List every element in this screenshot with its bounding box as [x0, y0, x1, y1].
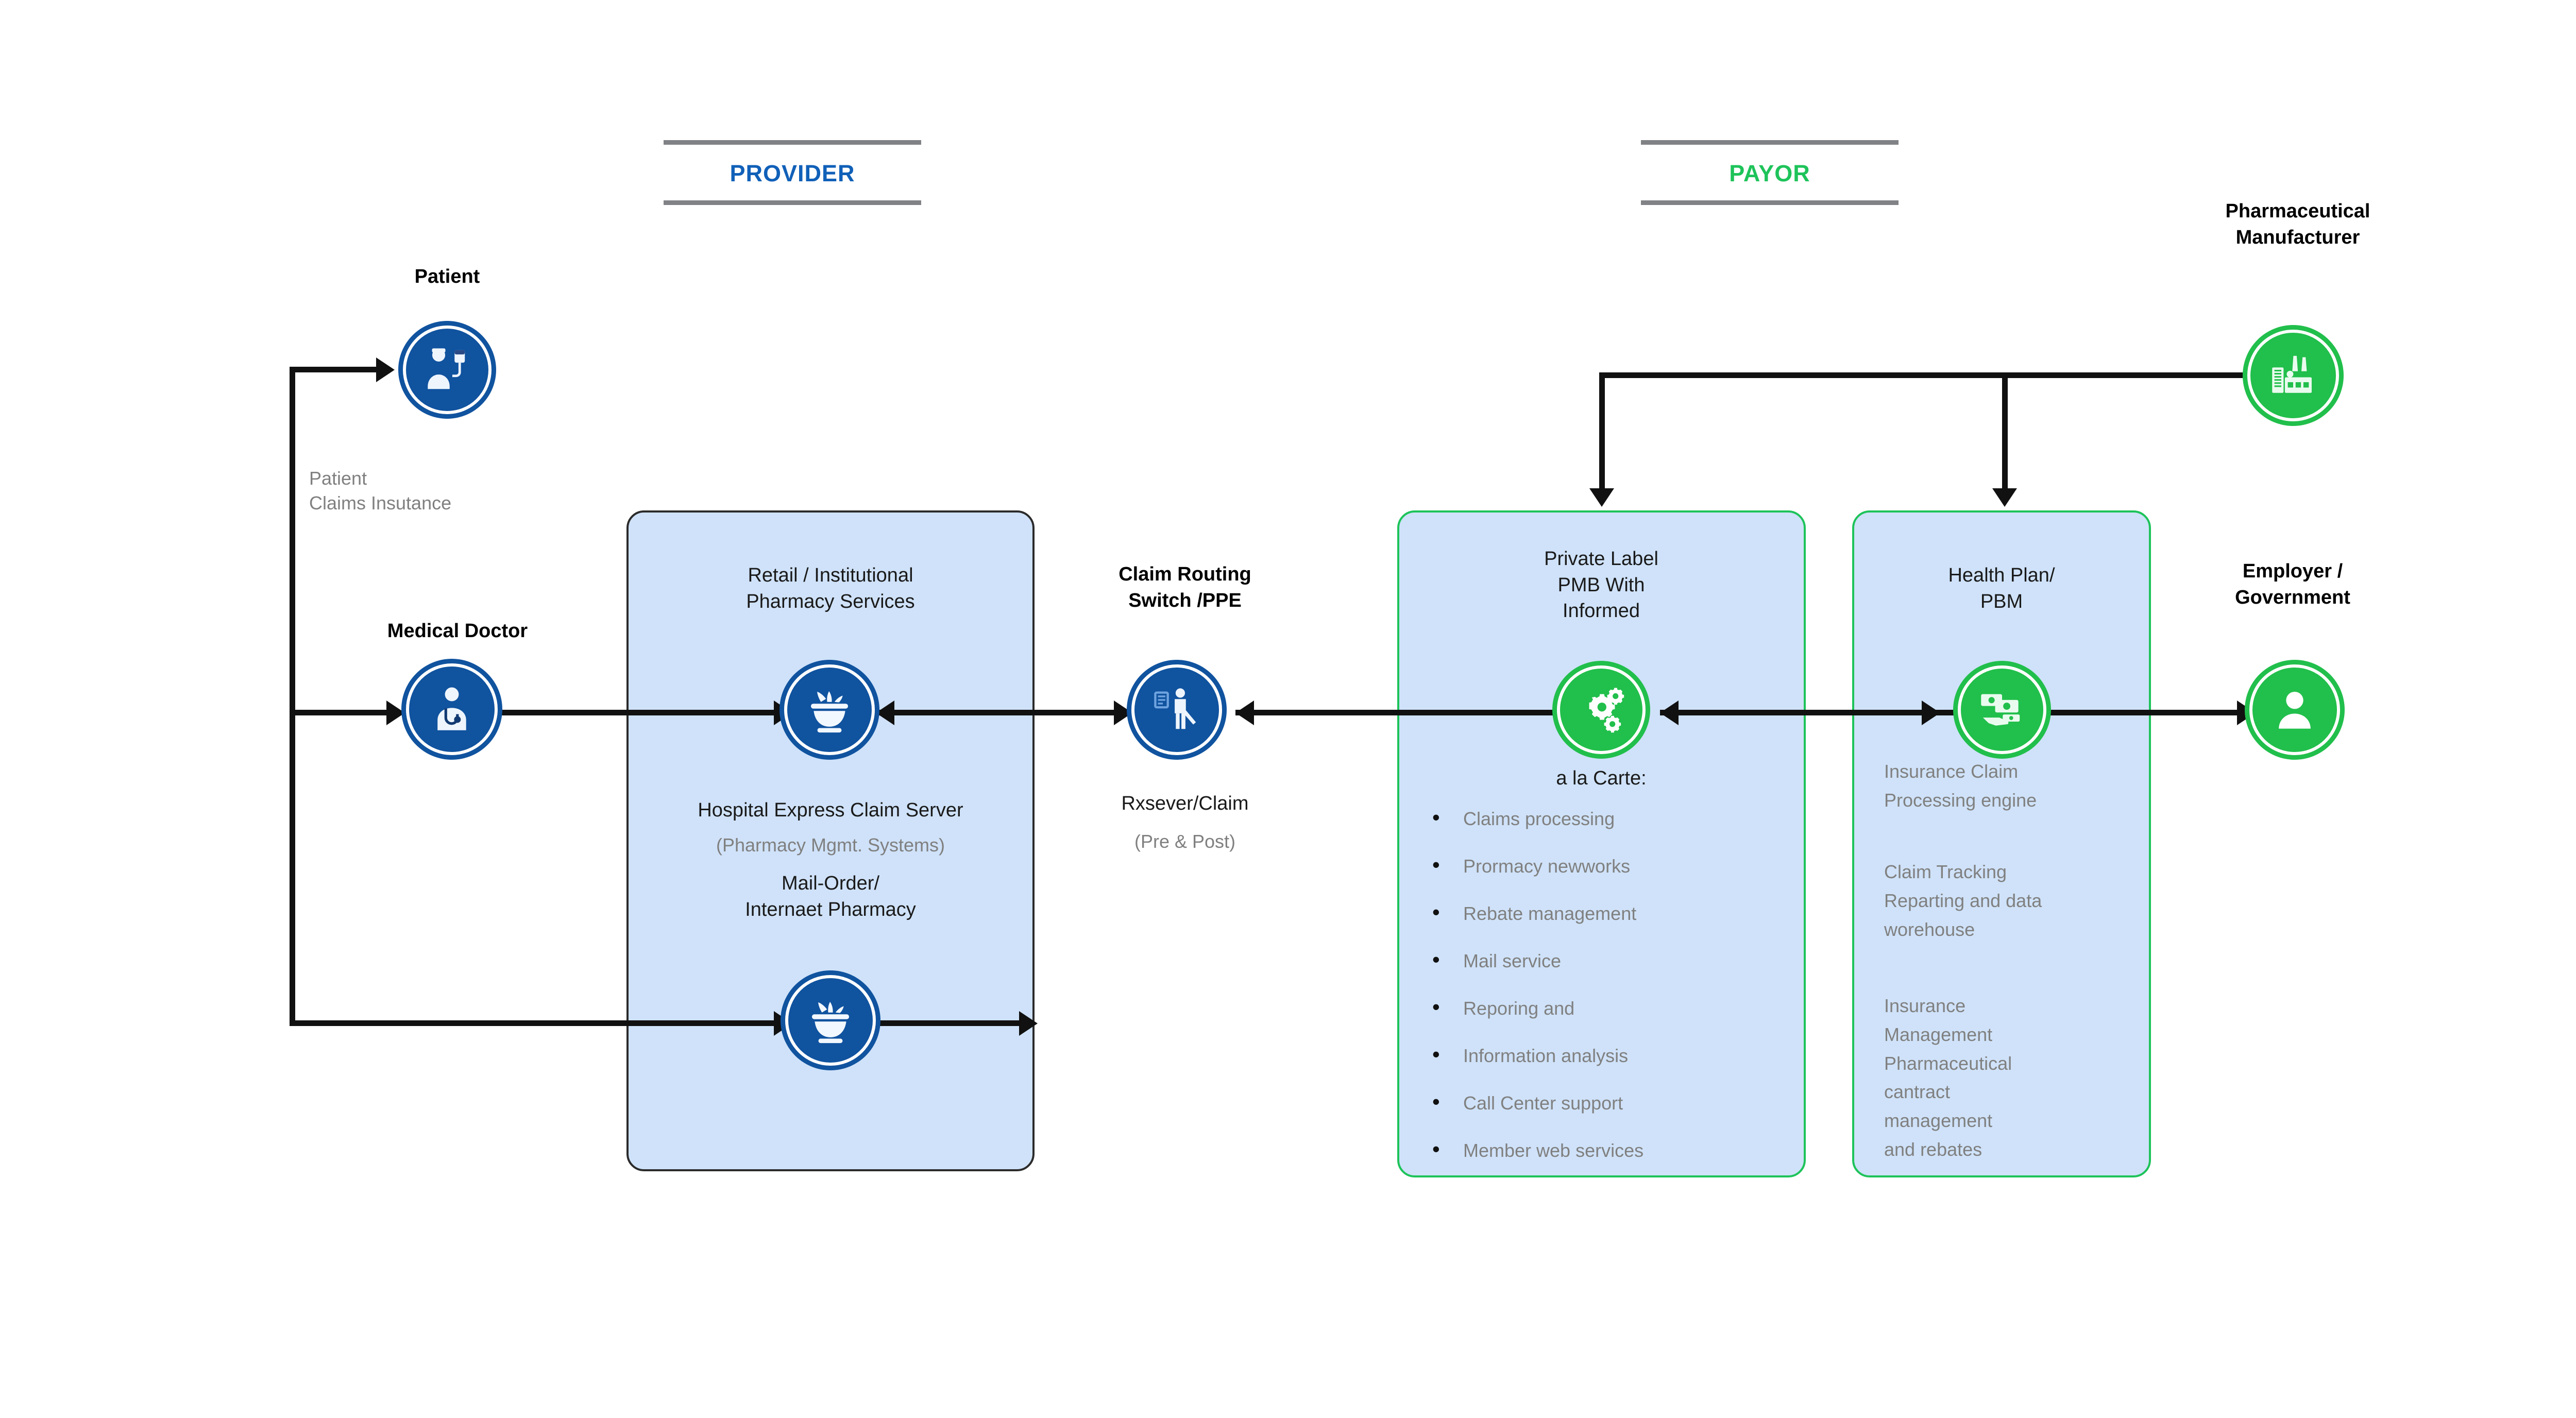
retail-pharmacy-title: Retail / Institutional Pharmacy Services	[746, 565, 915, 612]
connector-manufacturer-drop-pmb	[1599, 372, 1605, 492]
gears-icon	[1574, 683, 1628, 737]
arrowhead-mailorder-out	[1019, 1011, 1038, 1036]
health-plan-pbm-title: Health Plan/ PBM	[1948, 565, 2055, 612]
connector-manufacturer-drop-healthplan	[2002, 372, 2008, 492]
connector-manufacturer-bus	[1599, 372, 2247, 378]
arrowhead-pmb-inbound-right	[1660, 701, 1679, 725]
list-item: Mail service	[1428, 949, 1778, 970]
patient-icon	[420, 343, 474, 397]
arrowhead-manufacturer-to-healthplan	[1992, 488, 2017, 507]
list-item: Information analysis	[1428, 1044, 1778, 1065]
private-label-pmb-sub-bold: a la Carte:	[1556, 767, 1647, 789]
employer-government-node[interactable]	[2249, 664, 2340, 755]
payor-rule-bottom	[1641, 200, 1899, 205]
list-item: Claims processing	[1428, 807, 1778, 828]
section-header-payor: PAYOR	[1641, 140, 1899, 205]
connector-mailorder-out	[876, 1020, 1025, 1026]
retail-pharmacy-node[interactable]	[784, 664, 875, 755]
pharmaceutical-manufacturer-node[interactable]	[2247, 330, 2339, 421]
section-header-provider: PROVIDER	[664, 140, 921, 205]
person-icon	[2269, 684, 2320, 736]
connector-loop-to-patient	[290, 367, 378, 372]
factory-icon	[2266, 349, 2320, 402]
provider-rule-top	[664, 140, 921, 145]
mortar-pestle-icon	[802, 682, 857, 738]
connector-doctor-to-retail	[495, 710, 781, 715]
connector-retail-switch	[876, 710, 1132, 715]
health-plan-pbm-paragraph-1: Insurance Claim Processing engine	[1884, 761, 2037, 811]
connector-loop-bottom	[290, 1020, 779, 1026]
patient-subtitle: Patient Claims Insutance	[309, 468, 452, 514]
connector-loop-to-doctor	[290, 710, 391, 715]
mortar-pestle-icon	[803, 993, 858, 1048]
retail-pharmacy-sub-bold: Hospital Express Claim Server	[698, 799, 963, 821]
private-label-pmb-title: Private Label PMB With Informed	[1544, 548, 1658, 622]
retail-pharmacy-sub-muted: (Pharmacy Mgmt. Systems)	[716, 834, 945, 856]
provider-rule-bottom	[664, 200, 921, 205]
claim-routing-switch-sub-bold: Rxsever/Claim	[1121, 793, 1249, 814]
doctor-icon	[425, 682, 479, 736]
arrowhead-healthplan-inbound-left	[1922, 701, 1940, 725]
arrowhead-retail-inbound	[876, 701, 894, 725]
patient-title: Patient	[414, 266, 480, 287]
arrowhead-switch-inbound-right	[1235, 701, 1254, 725]
money-hand-icon	[1975, 683, 2029, 737]
retail-pharmacy-sub2: Mail-Order/ Internaet Pharmacy	[745, 873, 916, 920]
health-plan-pbm-node[interactable]	[1958, 665, 2046, 754]
employer-government-title: Employer / Government	[2235, 560, 2350, 608]
private-label-pmb-bullets: Claims processing Prormacy newworks Reba…	[1428, 807, 1778, 1189]
claim-routing-switch-node[interactable]	[1131, 664, 1222, 755]
patient-node[interactable]	[403, 326, 492, 414]
list-item: Reporing and	[1428, 996, 1778, 1018]
private-label-pmb-node[interactable]	[1557, 665, 1646, 754]
health-plan-pbm-paragraph-3: Insurance Management Pharmaceutical cant…	[1884, 995, 2012, 1160]
diagram-canvas: PROVIDER PAYOR Patient Patient Claims In…	[0, 0, 2576, 1418]
claim-routing-switch-sub-muted: (Pre & Post)	[1134, 831, 1236, 852]
connector-patient-loop-vertical	[290, 367, 295, 1026]
health-plan-pbm-paragraph-2: Claim Tracking Reparting and data woreho…	[1884, 861, 2042, 940]
ppe-worker-icon	[1150, 683, 1204, 737]
connector-healthplan-to-employer	[2009, 710, 2267, 715]
list-item: Member web services	[1428, 1138, 1778, 1160]
arrowhead-switch-inbound-left	[1114, 701, 1132, 725]
arrowhead-to-doctor	[386, 701, 405, 725]
claim-routing-switch-title: Claim Routing Switch /PPE	[1118, 563, 1251, 611]
medical-doctor-title: Medical Doctor	[387, 620, 528, 642]
pharmaceutical-manufacturer-title: Pharmaceutical Manufacturer	[2225, 200, 2370, 248]
section-title-provider: PROVIDER	[730, 160, 855, 186]
list-item: Rebate management	[1428, 901, 1778, 923]
medical-doctor-node[interactable]	[406, 663, 498, 755]
arrowhead-manufacturer-to-pmb	[1589, 488, 1614, 507]
mail-order-pharmacy-node[interactable]	[785, 975, 876, 1066]
section-title-payor: PAYOR	[1729, 160, 1810, 186]
connector-switch-to-pmb	[1235, 710, 1591, 715]
arrowhead-to-patient	[376, 357, 395, 382]
list-item: Prormacy newworks	[1428, 854, 1778, 876]
payor-rule-top	[1641, 140, 1899, 145]
list-item: Call Center support	[1428, 1091, 1778, 1113]
